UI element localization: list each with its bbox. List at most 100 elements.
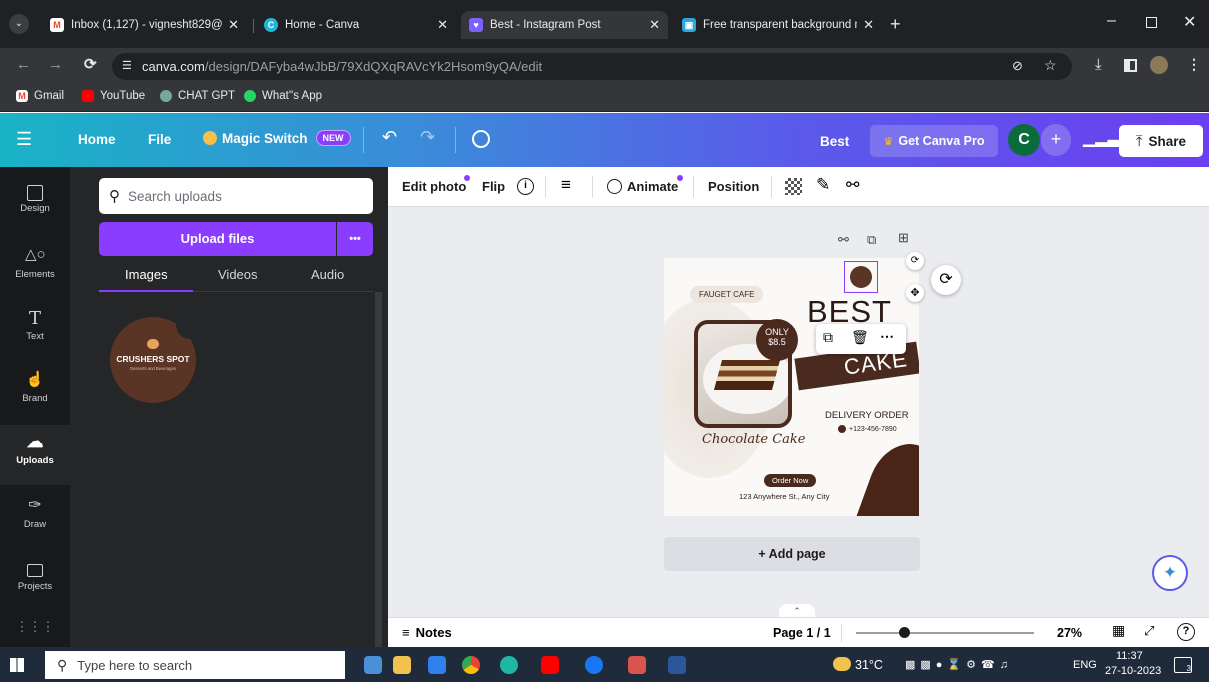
close-tab-icon[interactable]: ✕: [863, 17, 874, 33]
canvas-scrollbar[interactable]: [1199, 207, 1209, 605]
hide-eye-icon[interactable]: ⊘: [1012, 58, 1023, 74]
rail-item-uploads[interactable]: ☁ Uploads: [0, 425, 70, 485]
bookmark-chatgpt[interactable]: CHAT GPT: [160, 90, 235, 102]
animate-icon[interactable]: [607, 179, 622, 194]
fullscreen-icon[interactable]: ⤢: [1144, 623, 1154, 639]
tab-videos[interactable]: Videos: [218, 267, 258, 282]
panel-scrollbar[interactable]: [375, 292, 382, 647]
file-menu[interactable]: File: [148, 132, 171, 147]
new-tab-icon[interactable]: +: [890, 14, 901, 35]
chrome-icon[interactable]: [462, 656, 480, 674]
trash-icon[interactable]: 🗑: [851, 329, 869, 346]
show-pages-chevron[interactable]: ⌃: [779, 604, 815, 618]
tab-audio[interactable]: Audio: [311, 267, 344, 282]
rail-item-elements[interactable]: △○ Elements: [0, 241, 70, 293]
price-bubble[interactable]: ONLY $8.5: [756, 319, 798, 361]
tab-free-background[interactable]: ▣ Free transparent background m ✕: [674, 11, 882, 39]
restore-icon[interactable]: [1146, 17, 1157, 28]
selected-logo[interactable]: [844, 261, 878, 293]
windows-start-icon[interactable]: [10, 658, 24, 672]
tab-canva-home[interactable]: C Home - Canva ✕: [256, 11, 456, 39]
duplicate-element-icon[interactable]: ⧉: [867, 232, 876, 248]
script-title[interactable]: Chocolate Cake: [702, 432, 805, 447]
info-icon[interactable]: i: [517, 178, 534, 195]
bookmark-star-icon[interactable]: ☆: [1044, 57, 1057, 74]
upload-files-button[interactable]: Upload files: [99, 222, 336, 256]
get-canva-pro-button[interactable]: ♛ Get Canva Pro: [870, 125, 998, 157]
back-icon[interactable]: ←: [16, 56, 31, 73]
youtube-icon[interactable]: [541, 656, 559, 674]
tab-images[interactable]: Images: [125, 267, 168, 282]
tab-search-icon[interactable]: ⌄: [9, 14, 29, 34]
reload-icon[interactable]: ⟳: [84, 55, 97, 73]
animate-button[interactable]: Animate: [627, 179, 678, 194]
file-explorer-icon[interactable]: [393, 656, 411, 674]
copy-icon[interactable]: ⧉: [823, 329, 833, 346]
upload-more-button[interactable]: •••: [337, 222, 373, 256]
position-button[interactable]: Position: [708, 179, 759, 194]
snipping-icon[interactable]: [428, 656, 446, 674]
zoom-slider-track[interactable]: [856, 632, 1034, 634]
bookmark-whatsapp[interactable]: What''s App: [244, 90, 322, 102]
add-page-button[interactable]: + Add page: [664, 537, 920, 571]
rail-item-design[interactable]: Design: [0, 179, 70, 231]
close-tab-icon[interactable]: ✕: [437, 17, 448, 33]
lock-element-icon[interactable]: ⚯: [838, 232, 849, 248]
lock-icon[interactable]: ⚯: [846, 175, 859, 195]
upload-thumbnail[interactable]: CRUSHERS SPOT Desserts and Beverages: [110, 317, 196, 403]
undo-icon[interactable]: ↶: [382, 127, 397, 148]
page-indicator[interactable]: Page 1 / 1: [773, 626, 831, 640]
document-title[interactable]: Best: [820, 134, 849, 149]
rail-item-draw[interactable]: ✑ Draw: [0, 491, 70, 543]
notes-button[interactable]: ≡ Notes: [402, 625, 452, 640]
paint-format-icon[interactable]: ✎: [816, 175, 830, 195]
clock-time[interactable]: 11:37: [1116, 650, 1143, 662]
rail-item-brand[interactable]: ☝ Brand: [0, 365, 70, 417]
help-icon[interactable]: ?: [1177, 623, 1195, 641]
order-now-button[interactable]: Order Now: [764, 474, 817, 487]
forward-icon[interactable]: →: [48, 56, 63, 73]
menu-kebab-icon[interactable]: ⋮: [1187, 56, 1201, 73]
profile-avatar[interactable]: [1150, 56, 1168, 74]
close-window-icon[interactable]: ✕: [1183, 12, 1196, 32]
zoom-slider-handle[interactable]: [899, 627, 911, 638]
zoom-level[interactable]: 27%: [1057, 626, 1082, 640]
share-button[interactable]: ⤒ Share: [1119, 125, 1203, 157]
tab-gmail[interactable]: M Inbox (1,127) - vignesht829@g ✕: [42, 11, 247, 39]
language[interactable]: ENG: [1073, 659, 1097, 671]
magic-switch-button[interactable]: Magic Switch NEW: [203, 130, 351, 146]
transparency-icon[interactable]: [785, 178, 802, 195]
cafe-tag[interactable]: FAUGET CAFE: [690, 286, 764, 303]
add-element-icon[interactable]: ⊞: [898, 230, 909, 246]
search-input[interactable]: ⚲ Search uploads: [99, 178, 373, 214]
hamburger-menu-icon[interactable]: ☰: [16, 129, 32, 150]
task-view-icon[interactable]: [364, 656, 382, 674]
rail-item-text[interactable]: T Text: [0, 303, 70, 355]
home-link[interactable]: Home: [78, 132, 116, 147]
avatar[interactable]: C: [1008, 124, 1040, 156]
tab-instagram-post[interactable]: ♥ Best - Instagram Post ✕: [461, 11, 668, 39]
design-page[interactable]: FAUGET CAFE ONLY $8.5 BEST CAKE DELIVERY…: [664, 258, 919, 516]
bookmark-youtube[interactable]: YouTube: [82, 90, 145, 102]
clock-date[interactable]: 27-10-2023: [1105, 665, 1161, 677]
rail-item-projects[interactable]: Projects: [0, 555, 70, 607]
bookmark-gmail[interactable]: M Gmail: [16, 90, 64, 102]
add-collaborator-icon[interactable]: +: [1041, 124, 1071, 156]
edit-photo-button[interactable]: Edit photo: [402, 179, 466, 194]
site-info-icon[interactable]: ☰: [122, 59, 132, 72]
word-icon[interactable]: [668, 656, 686, 674]
facebook-icon[interactable]: [585, 656, 603, 674]
close-tab-icon[interactable]: ✕: [228, 17, 239, 33]
minimize-icon[interactable]: –: [1107, 12, 1116, 30]
grid-view-icon[interactable]: ▦: [1112, 622, 1125, 639]
notifications-icon[interactable]: 3: [1174, 657, 1192, 673]
refresh-design-icon[interactable]: ⟳: [931, 265, 961, 295]
close-tab-icon[interactable]: ✕: [649, 17, 660, 33]
taskbar-search-box[interactable]: ⚲ Type here to search: [45, 651, 345, 679]
redo-icon[interactable]: ↷: [420, 127, 435, 148]
analytics-icon[interactable]: ▁▂▃: [1083, 128, 1120, 148]
app-icon[interactable]: [628, 656, 646, 674]
rotate-handle-icon[interactable]: ⟳: [906, 252, 924, 270]
magic-assistant-icon[interactable]: ✦: [1152, 555, 1188, 591]
line-spacing-icon[interactable]: ≡: [561, 175, 571, 195]
